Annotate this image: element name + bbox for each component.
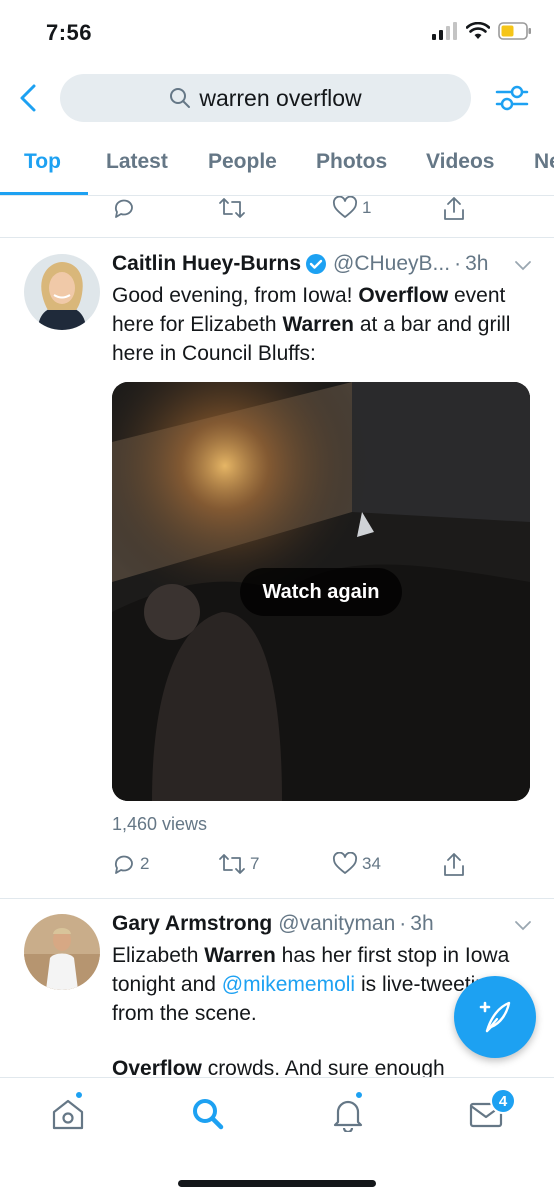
- watch-again-button[interactable]: Watch again: [240, 568, 402, 616]
- author-handle: @CHueyB...: [333, 252, 451, 275]
- prev-tweet-actions: 1: [0, 196, 554, 236]
- reply-button[interactable]: 2: [112, 852, 149, 876]
- share-icon: [444, 853, 464, 876]
- reply-icon: [114, 855, 133, 874]
- heart-icon: [333, 852, 357, 874]
- like-count: 34: [362, 854, 381, 873]
- home-indicator: [178, 1180, 376, 1187]
- back-chevron-icon[interactable]: [16, 82, 42, 114]
- bell-icon: [333, 1100, 363, 1134]
- status-icons: [432, 22, 532, 40]
- retweet-button[interactable]: [218, 196, 246, 220]
- tweet-header: Gary Armstrong @vanityman · 3h: [112, 912, 434, 936]
- nav-notifications[interactable]: [330, 1090, 370, 1136]
- divider: [0, 898, 554, 899]
- wifi-icon: [466, 22, 490, 39]
- signal-icon: [432, 22, 457, 40]
- search-tabs: Top Latest People Photos Videos Ne: [0, 134, 554, 196]
- tab-top[interactable]: Top: [24, 150, 61, 174]
- video-player[interactable]: Watch again: [112, 382, 530, 801]
- share-button[interactable]: [442, 196, 466, 222]
- tweet-time: 3h: [410, 912, 434, 935]
- nav-home[interactable]: [50, 1090, 90, 1136]
- compose-tweet-button[interactable]: [454, 976, 536, 1058]
- home-icon: [52, 1099, 84, 1130]
- battery-icon: [498, 22, 531, 40]
- text-segment: Elizabeth: [112, 944, 205, 967]
- highlight: Warren: [204, 944, 276, 967]
- status-bar: 7:56: [0, 0, 554, 62]
- notification-dot: [74, 1090, 84, 1100]
- like-button[interactable]: 34: [332, 852, 381, 876]
- active-tab-indicator: [0, 192, 88, 195]
- reply-button[interactable]: [112, 196, 136, 220]
- view-count: 1,460 views: [112, 814, 208, 834]
- tweet-time: 3h: [465, 252, 489, 275]
- highlight: Overflow: [358, 284, 449, 307]
- chevron-down-icon[interactable]: [514, 258, 532, 272]
- retweet-button[interactable]: 7: [218, 852, 259, 876]
- search-input[interactable]: warren overflow: [60, 74, 471, 122]
- author-handle: @vanityman: [278, 912, 396, 935]
- retweet-count: 7: [250, 854, 260, 873]
- share-button[interactable]: [442, 852, 466, 878]
- like-button[interactable]: 1: [332, 196, 371, 220]
- nav-search[interactable]: [190, 1096, 230, 1136]
- share-icon: [444, 197, 464, 220]
- divider: [0, 237, 554, 238]
- compose-feather-icon: [479, 1001, 511, 1033]
- tab-photos[interactable]: Photos: [316, 150, 387, 174]
- search-query: warren overflow: [199, 84, 362, 111]
- tab-videos[interactable]: Videos: [426, 150, 494, 174]
- tweet-text: Good evening, from Iowa! Overflow event …: [112, 281, 532, 368]
- text-segment: Good evening, from Iowa!: [112, 284, 359, 307]
- search-header: warren overflow: [0, 70, 554, 128]
- tweet-header: Caitlin Huey-Burns @CHueyB... · 3h: [112, 252, 488, 276]
- status-time: 7:56: [46, 20, 93, 45]
- chevron-down-icon[interactable]: [514, 918, 532, 932]
- heart-icon: [333, 196, 357, 218]
- tab-latest[interactable]: Latest: [106, 150, 168, 174]
- verified-badge-icon: [306, 254, 327, 274]
- author-name[interactable]: Gary Armstrong: [112, 912, 272, 936]
- filter-sliders-icon[interactable]: [494, 80, 530, 116]
- mention-link[interactable]: @mikememoli: [222, 973, 355, 996]
- avatar[interactable]: [24, 914, 100, 990]
- separator: ·: [454, 252, 462, 275]
- tab-people[interactable]: People: [208, 150, 277, 174]
- avatar[interactable]: [24, 254, 100, 330]
- retweet-icon: [219, 198, 245, 218]
- retweet-icon: [219, 854, 245, 874]
- separator: ·: [399, 912, 407, 935]
- like-count: 1: [362, 198, 372, 217]
- author-name[interactable]: Caitlin Huey-Burns: [112, 252, 301, 276]
- reply-icon: [114, 199, 133, 218]
- tweet-actions: 2 7 34: [0, 852, 554, 892]
- messages-badge: 4: [490, 1088, 516, 1114]
- search-icon: [193, 1099, 224, 1130]
- tab-news[interactable]: Ne: [534, 150, 554, 174]
- notification-dot: [354, 1090, 364, 1100]
- search-icon: [170, 88, 191, 108]
- reply-count: 2: [140, 854, 150, 873]
- highlight: Warren: [282, 313, 355, 336]
